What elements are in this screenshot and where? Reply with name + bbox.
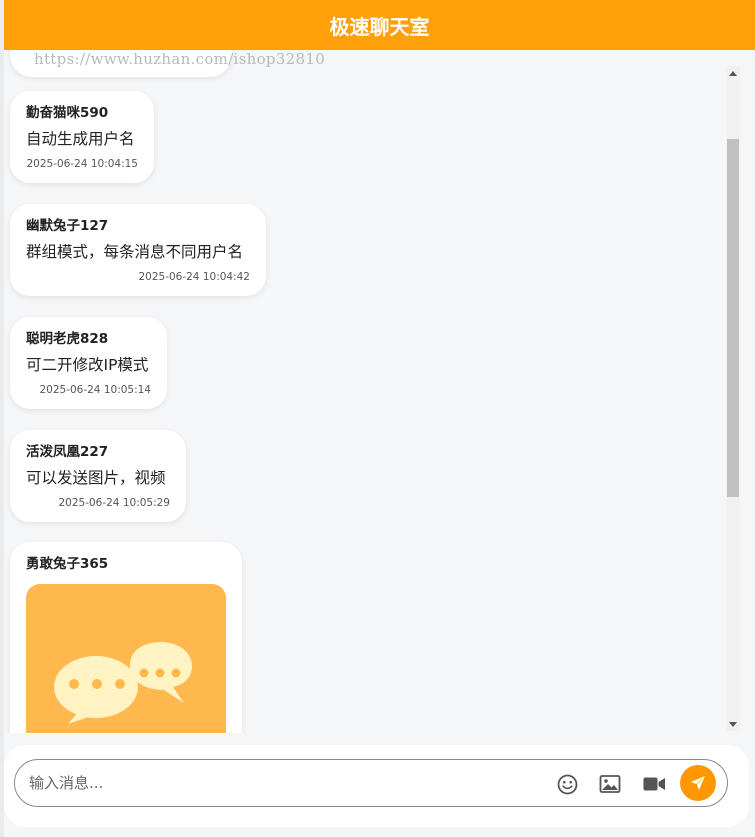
message-input[interactable] xyxy=(29,770,529,796)
message-bubble: 活泼凤凰227 可以发送图片，视频 2025-06-24 10:05:29 xyxy=(10,430,186,522)
message-text: 群组模式，每条消息不同用户名 xyxy=(26,243,244,261)
message-scrollbar[interactable] xyxy=(726,66,740,731)
message-username: 勇敢兔子365 xyxy=(26,556,109,572)
message-username: 勤奋猫咪590 xyxy=(26,105,109,121)
message-timestamp: 2025-06-24 10:04:42 xyxy=(138,271,250,283)
chat-app: 极速聊天室 https://www.huzhan.com/ishop32810 … xyxy=(4,0,755,837)
scroll-down-arrow-icon[interactable] xyxy=(726,717,740,731)
message-timestamp: 2025-06-24 10:04:15 xyxy=(26,158,138,170)
message-list[interactable]: 勤奋猫咪590 自动生成用户名 2025-06-24 10:04:15 幽默兔子… xyxy=(4,50,726,733)
chat-bubbles-icon xyxy=(54,642,192,724)
message-bubble: 聪明老虎828 可二开修改IP模式 2025-06-24 10:05:14 xyxy=(10,317,167,409)
message-timestamp: 2025-06-24 10:05:29 xyxy=(58,497,170,509)
message-composer xyxy=(4,745,749,827)
message-timestamp: 2025-06-24 10:05:14 xyxy=(39,384,151,396)
message-username: 聪明老虎828 xyxy=(26,331,109,347)
message-text: 可以发送图片，视频 xyxy=(26,469,166,487)
scroll-up-arrow-icon[interactable] xyxy=(726,66,740,80)
send-button[interactable] xyxy=(680,765,716,801)
message-input-wrapper xyxy=(14,759,728,807)
header-bar: 极速聊天室 xyxy=(4,0,755,50)
message-text: 可二开修改IP模式 xyxy=(26,356,149,374)
message-bubble-media: 勇敢兔子365 xyxy=(10,542,242,733)
message-bubble: 勤奋猫咪590 自动生成用户名 2025-06-24 10:04:15 xyxy=(10,91,154,183)
message-text: 自动生成用户名 xyxy=(26,130,135,148)
page-title: 极速聊天室 xyxy=(329,14,430,39)
message-username: 幽默兔子127 xyxy=(26,218,109,234)
message-bubble: 幽默兔子127 群组模式，每条消息不同用户名 2025-06-24 10:04:… xyxy=(10,204,266,296)
scroll-thumb[interactable] xyxy=(727,139,739,497)
watermark-text: https://www.huzhan.com/ishop32810 xyxy=(34,50,326,68)
emoji-icon[interactable] xyxy=(556,773,578,795)
message-username: 活泼凤凰227 xyxy=(26,444,109,460)
send-icon xyxy=(691,776,705,790)
video-icon[interactable] xyxy=(642,773,666,795)
image-icon[interactable] xyxy=(599,773,621,795)
chat-bubbles-image[interactable] xyxy=(26,584,226,733)
